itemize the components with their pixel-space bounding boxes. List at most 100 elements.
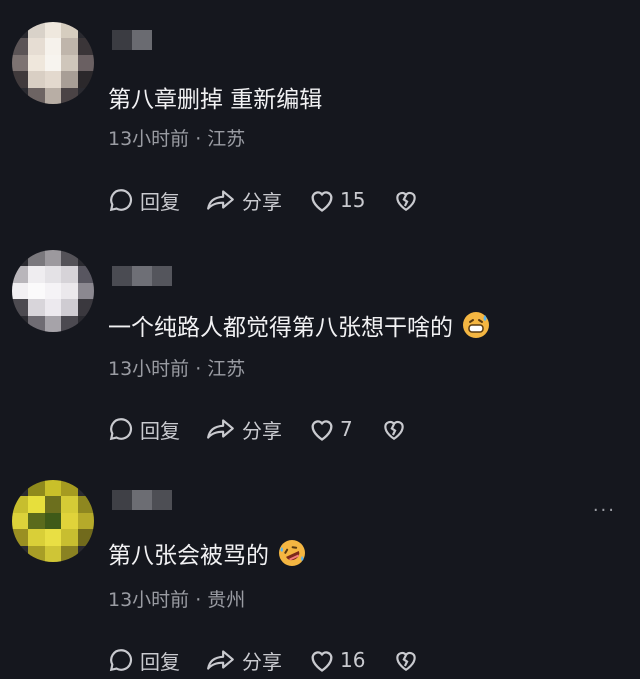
- comment-bubble-icon: [109, 418, 133, 441]
- avatar-pixel: [28, 54, 45, 72]
- avatar-pixel: [12, 266, 29, 283]
- username-blurred[interactable]: [112, 30, 152, 50]
- avatar-pixel: [28, 512, 45, 530]
- comment-text: 第八张会被骂的: [108, 536, 307, 570]
- avatar-pixel: [12, 22, 29, 39]
- reply-button[interactable]: 回复: [108, 415, 180, 444]
- avatar-pixel: [28, 545, 45, 562]
- avatar-pixel: [77, 545, 94, 562]
- like-button[interactable]: 15: [308, 187, 365, 213]
- comment-actions: 回复 分享 7: [108, 414, 407, 444]
- avatar[interactable]: [12, 480, 94, 562]
- comment-text: 一个纯路人都觉得第八张想干啥的: [108, 308, 491, 342]
- reply-button[interactable]: 回复: [108, 186, 180, 215]
- username-pixel: [132, 490, 152, 510]
- avatar-pixel: [77, 87, 94, 104]
- share-button[interactable]: 分享: [206, 186, 282, 215]
- avatar-pixel: [77, 496, 94, 513]
- avatar-pixel: [77, 22, 94, 39]
- like-count: 7: [340, 417, 353, 441]
- avatar-pixel: [77, 250, 94, 267]
- avatar-pixel: [44, 87, 62, 104]
- avatar-pixel: [12, 71, 29, 88]
- comment-bubble-icon: [109, 189, 133, 212]
- avatar-pixel: [44, 38, 62, 55]
- avatar-pixel: [61, 22, 78, 39]
- broken-heart-icon: [396, 651, 417, 672]
- like-count: 16: [340, 648, 366, 672]
- avatar-pixel: [61, 266, 78, 283]
- share-button[interactable]: 分享: [206, 415, 282, 444]
- like-button[interactable]: 7: [308, 416, 353, 442]
- avatar-pixel: [61, 299, 78, 316]
- avatar[interactable]: [12, 250, 94, 332]
- avatar-pixel: [61, 54, 78, 72]
- avatar[interactable]: [12, 22, 94, 104]
- avatar-pixel: [61, 529, 78, 546]
- comment-bubble-icon: [109, 649, 133, 672]
- avatar-pixel: [28, 299, 45, 316]
- username-pixel: [152, 490, 172, 510]
- username-pixel: [132, 30, 152, 50]
- dislike-button[interactable]: [381, 416, 407, 442]
- avatar-pixel: [44, 480, 62, 497]
- avatar-pixel: [28, 22, 45, 39]
- share-arrow-icon: [207, 419, 234, 439]
- avatar-pixel: [12, 299, 29, 316]
- username-blurred[interactable]: [112, 490, 172, 510]
- avatar-pixel: [28, 266, 45, 283]
- comment-actions: 回复 分享 16: [108, 645, 419, 675]
- avatar-pixel: [44, 299, 62, 316]
- like-button[interactable]: 16: [308, 647, 365, 673]
- avatar-pixel: [12, 38, 29, 55]
- avatar-pixel: [28, 87, 45, 104]
- avatar-pixel: [61, 480, 78, 497]
- share-button[interactable]: 分享: [206, 646, 282, 675]
- comment-actions: 回复 分享 15: [108, 185, 419, 215]
- avatar-pixel: [12, 282, 29, 300]
- avatar-pixel: [61, 250, 78, 267]
- username-pixel: [132, 266, 152, 286]
- avatar-pixel: [44, 529, 62, 546]
- comment-meta: 13小时前 · 贵州: [108, 589, 246, 611]
- avatar-pixel: [12, 480, 29, 497]
- broken-heart-icon: [396, 191, 417, 212]
- heart-icon: [311, 420, 333, 441]
- avatar-pixel: [77, 282, 94, 300]
- avatar-pixel: [61, 38, 78, 55]
- avatar-pixel: [28, 282, 45, 300]
- avatar-pixel: [28, 71, 45, 88]
- avatar-pixel: [44, 54, 62, 72]
- avatar-pixel: [61, 512, 78, 530]
- avatar-pixel: [12, 529, 29, 546]
- avatar-pixel: [61, 87, 78, 104]
- dislike-button[interactable]: [393, 647, 419, 673]
- avatar-pixel: [12, 250, 29, 267]
- avatar-pixel: [12, 87, 29, 104]
- avatar-pixel: [61, 71, 78, 88]
- comment-meta: 13小时前 · 江苏: [108, 128, 246, 150]
- avatar-pixel: [12, 54, 29, 72]
- avatar-pixel: [44, 266, 62, 283]
- avatar-pixel: [28, 496, 45, 513]
- avatar-pixel: [44, 545, 62, 562]
- avatar-pixel: [77, 480, 94, 497]
- avatar-pixel: [77, 512, 94, 530]
- avatar-pixel: [61, 282, 78, 300]
- avatar-pixel: [28, 315, 45, 332]
- avatar-pixel: [12, 545, 29, 562]
- rolling-laughing-emoji-icon: [279, 540, 305, 566]
- avatar-pixel: [77, 71, 94, 88]
- avatar-pixel: [77, 315, 94, 332]
- avatar-pixel: [77, 299, 94, 316]
- avatar-pixel: [44, 250, 62, 267]
- dislike-button[interactable]: [393, 187, 419, 213]
- username-pixel: [112, 490, 132, 510]
- avatar-pixel: [77, 38, 94, 55]
- username-blurred[interactable]: [112, 266, 172, 286]
- avatar-pixel: [44, 22, 62, 39]
- reply-button[interactable]: 回复: [108, 646, 180, 675]
- avatar-pixel: [61, 315, 78, 332]
- avatar-pixel: [28, 250, 45, 267]
- more-options-icon[interactable]: ···: [593, 500, 616, 521]
